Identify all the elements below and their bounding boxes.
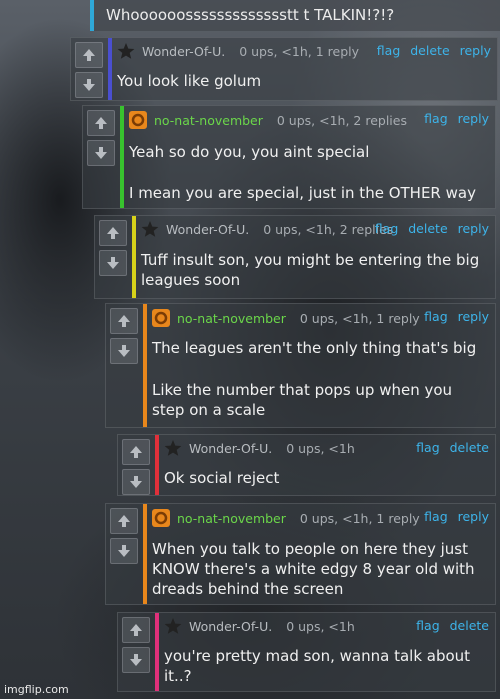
flag-link[interactable]: flag bbox=[424, 309, 447, 324]
comment-5: Wonder-Of-U. 0 ups, <1h flag delete Ok s… bbox=[117, 434, 496, 496]
star-avatar-icon[interactable] bbox=[164, 440, 182, 456]
up-arrow-icon[interactable] bbox=[99, 220, 127, 246]
orange-avatar-icon[interactable] bbox=[129, 111, 147, 129]
down-arrow-icon[interactable] bbox=[75, 72, 103, 98]
username[interactable]: Wonder-Of-U. bbox=[189, 441, 272, 456]
delete-link[interactable]: delete bbox=[408, 221, 447, 236]
thread-stripe bbox=[143, 504, 147, 604]
star-avatar-icon[interactable] bbox=[117, 43, 135, 59]
up-arrow-icon[interactable] bbox=[110, 308, 138, 334]
reply-link[interactable]: reply bbox=[458, 509, 489, 524]
down-arrow-icon[interactable] bbox=[122, 469, 150, 495]
thread-stripe bbox=[132, 216, 136, 298]
comment-stats: 0 ups, <1h bbox=[286, 619, 355, 634]
down-arrow-icon[interactable] bbox=[87, 140, 115, 166]
star-avatar-icon[interactable] bbox=[141, 221, 159, 237]
username[interactable]: Wonder-Of-U. bbox=[166, 222, 249, 237]
comment-text: When you talk to people on here they jus… bbox=[152, 540, 475, 598]
comment-7: Wonder-Of-U. 0 ups, <1h flag delete you'… bbox=[117, 612, 496, 692]
comment-text: Ok social reject bbox=[164, 469, 280, 487]
comment-text: The leagues aren't the only thing that's… bbox=[152, 339, 477, 357]
comment-2: no-nat-november 0 ups, <1h, 2 replies fl… bbox=[82, 105, 496, 209]
flag-link[interactable]: flag bbox=[424, 509, 447, 524]
thread-stripe bbox=[155, 613, 159, 691]
down-arrow-icon[interactable] bbox=[122, 647, 150, 673]
comment-text: I mean you are special, just in the OTHE… bbox=[129, 184, 476, 202]
down-arrow-icon[interactable] bbox=[99, 250, 127, 276]
comment-6: no-nat-november 0 ups, <1h, 1 reply flag… bbox=[105, 503, 496, 605]
thread-stripe bbox=[143, 304, 147, 427]
delete-link[interactable]: delete bbox=[410, 43, 449, 58]
comment-text: Tuff insult son, you might be entering t… bbox=[141, 251, 480, 289]
username[interactable]: no-nat-november bbox=[177, 311, 286, 326]
delete-link[interactable]: delete bbox=[450, 618, 489, 633]
username[interactable]: no-nat-november bbox=[154, 113, 263, 128]
thread-stripe bbox=[108, 38, 112, 100]
down-arrow-icon[interactable] bbox=[110, 338, 138, 364]
comment-text: Yeah so do you, you aint special bbox=[129, 143, 370, 161]
flag-link[interactable]: flag bbox=[416, 440, 439, 455]
down-arrow-icon[interactable] bbox=[110, 538, 138, 564]
flag-link[interactable]: flag bbox=[424, 111, 447, 126]
reply-link[interactable]: reply bbox=[458, 111, 489, 126]
username[interactable]: Wonder-Of-U. bbox=[142, 44, 225, 59]
reply-link[interactable]: reply bbox=[458, 221, 489, 236]
comment-stats: 0 ups, <1h, 1 reply bbox=[239, 44, 360, 59]
comment-4: no-nat-november 0 ups, <1h, 1 reply flag… bbox=[105, 303, 496, 428]
parent-comment: Whoooooossssssssssssstt t TALKIN!?!? bbox=[90, 0, 500, 31]
comment-stats: 0 ups, <1h, 2 replies bbox=[276, 113, 407, 128]
thread-stripe bbox=[120, 106, 124, 208]
watermark: imgflip.com bbox=[4, 683, 69, 696]
flag-link[interactable]: flag bbox=[375, 221, 398, 236]
comment-text: Whoooooossssssssssssstt t TALKIN!?!? bbox=[106, 6, 395, 24]
reply-link[interactable]: reply bbox=[460, 43, 491, 58]
orange-avatar-icon[interactable] bbox=[152, 509, 170, 527]
flag-link[interactable]: flag bbox=[377, 43, 400, 58]
up-arrow-icon[interactable] bbox=[122, 439, 150, 465]
comment-stats: 0 ups, <1h, 1 reply bbox=[299, 511, 420, 526]
username[interactable]: no-nat-november bbox=[177, 511, 286, 526]
comment-text: Like the number that pops up when you st… bbox=[152, 381, 453, 419]
comment-3: Wonder-Of-U. 0 ups, <1h, 2 replies flag … bbox=[94, 215, 496, 299]
comment-stats: 0 ups, <1h, 1 reply bbox=[299, 311, 420, 326]
star-avatar-icon[interactable] bbox=[164, 618, 182, 634]
up-arrow-icon[interactable] bbox=[122, 617, 150, 643]
up-arrow-icon[interactable] bbox=[75, 42, 103, 68]
comment-stats: 0 ups, <1h bbox=[286, 441, 355, 456]
flag-link[interactable]: flag bbox=[416, 618, 439, 633]
comment-text: you're pretty mad son, wanna talk about … bbox=[164, 647, 471, 685]
thread-stripe bbox=[155, 435, 159, 495]
username[interactable]: Wonder-Of-U. bbox=[189, 619, 272, 634]
up-arrow-icon[interactable] bbox=[110, 508, 138, 534]
orange-avatar-icon[interactable] bbox=[152, 309, 170, 327]
comment-1: Wonder-Of-U. 0 ups, <1h, 1 reply flag de… bbox=[70, 37, 498, 101]
comment-text: You look like golum bbox=[117, 72, 262, 90]
reply-link[interactable]: reply bbox=[458, 309, 489, 324]
delete-link[interactable]: delete bbox=[450, 440, 489, 455]
up-arrow-icon[interactable] bbox=[87, 110, 115, 136]
